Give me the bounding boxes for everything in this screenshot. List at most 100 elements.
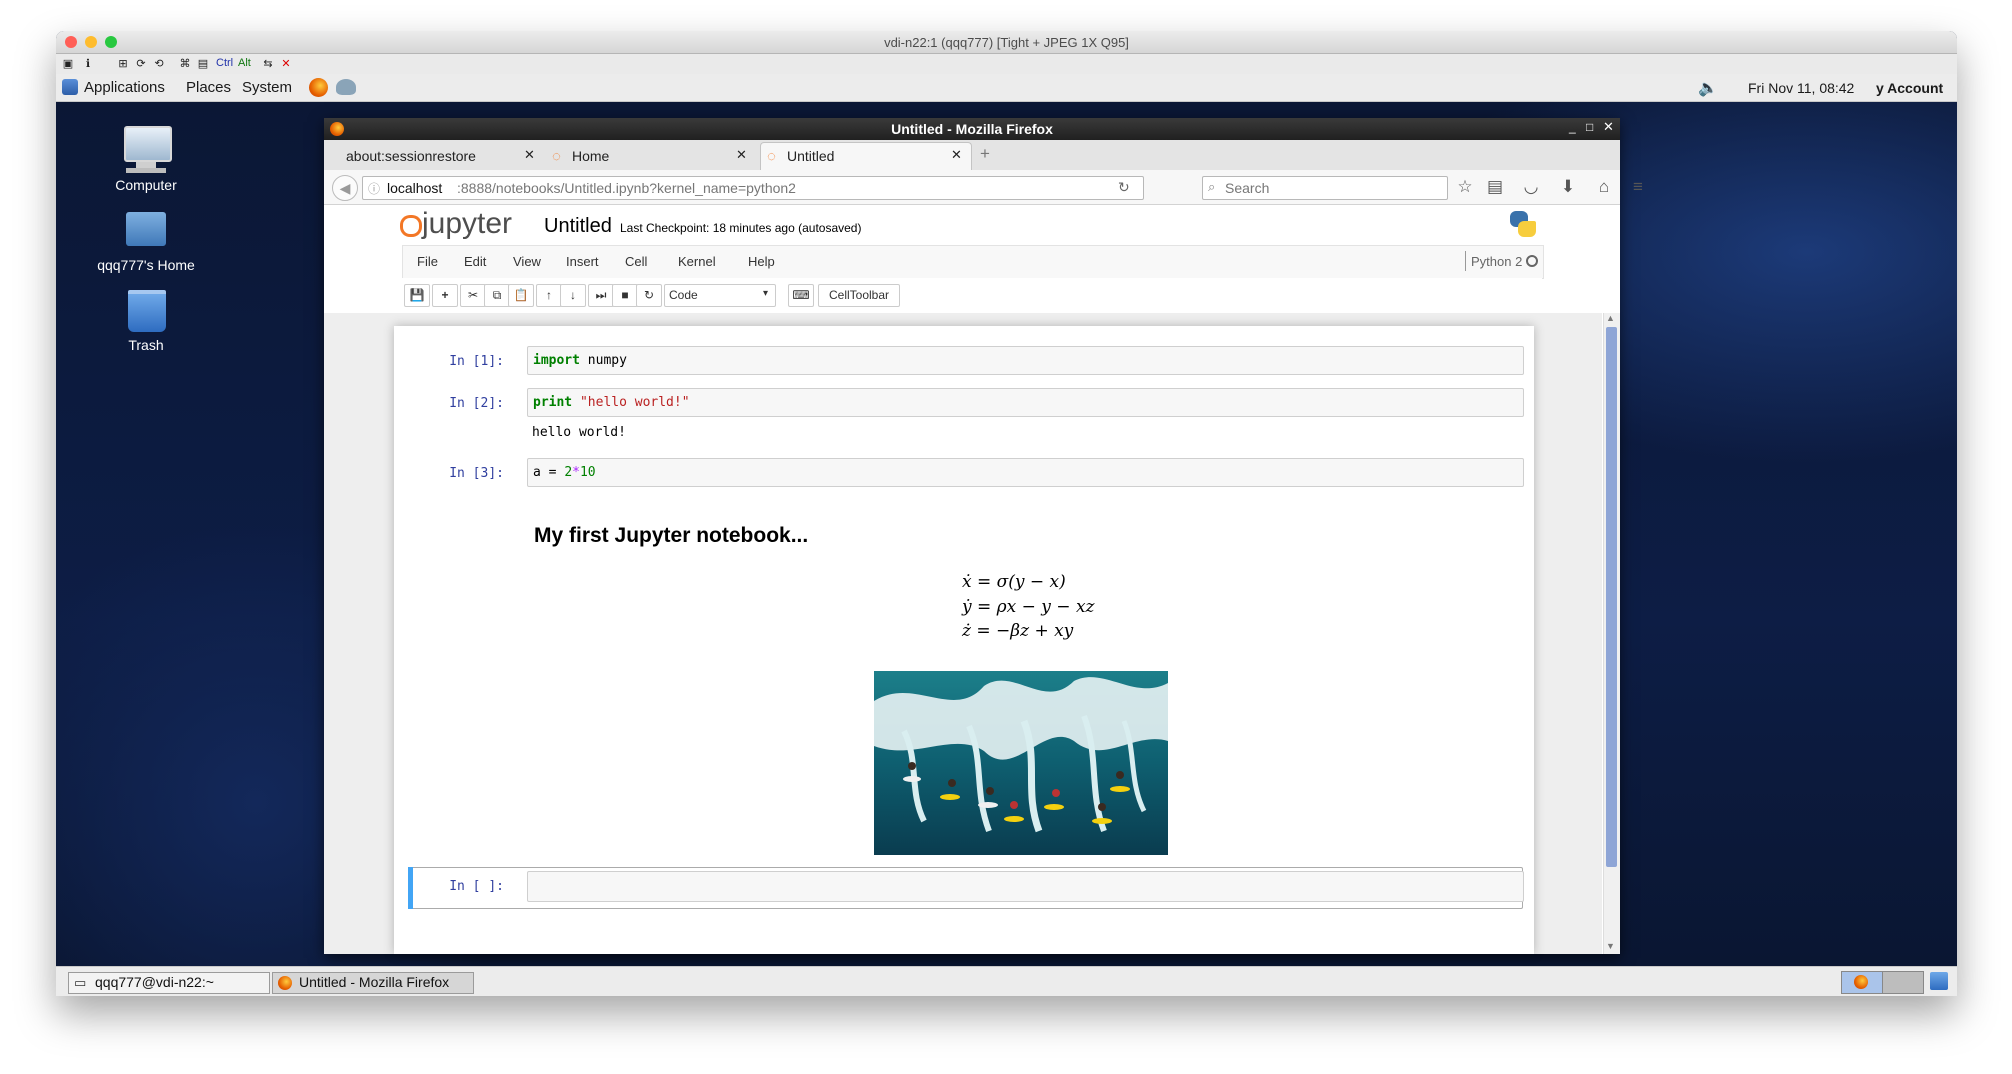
downloads-icon[interactable]: ⬇ <box>1557 177 1579 197</box>
move-down-icon[interactable]: ↓ <box>560 284 586 307</box>
volume-icon[interactable]: 🔈 <box>1698 78 1718 98</box>
refresh-icon[interactable]: ⟳ <box>134 57 148 71</box>
move-up-icon[interactable]: ↑ <box>536 284 562 307</box>
celltoolbar-button[interactable]: CellToolbar <box>818 284 900 307</box>
menu-view[interactable]: View <box>513 254 541 269</box>
sync-icon[interactable]: ⟲ <box>152 57 166 71</box>
home-icon[interactable]: ⌂ <box>1593 177 1615 197</box>
jupyter-menubar: File Edit View Insert Cell Kernel Help P… <box>402 245 1544 279</box>
input-prompt: In [1]: <box>449 354 504 369</box>
url-bar[interactable]: ⓘ localhost :8888/notebooks/Untitled.ipy… <box>362 176 1144 200</box>
code-cell-empty[interactable] <box>527 871 1524 902</box>
tab-close-icon[interactable]: ✕ <box>736 147 747 163</box>
cell-type-select[interactable]: Code ▾ <box>664 284 776 307</box>
reload-icon[interactable]: ↻ <box>1118 179 1130 196</box>
jupyter-header: jupyter Untitled Last Checkpoint: 18 min… <box>324 205 1620 245</box>
account-menu[interactable]: y Account <box>1876 80 1943 96</box>
markdown-heading: My first Jupyter notebook... <box>534 524 809 547</box>
code-text: numpy <box>579 353 627 368</box>
alt-key-label[interactable]: Alt <box>238 57 251 69</box>
bottom-taskbar: ▭ qqq777@vdi-n22:~ Untitled - Mozilla Fi… <box>56 966 1957 996</box>
code-cell[interactable]: a = 2*10 <box>527 458 1524 487</box>
workspace-2[interactable] <box>1882 971 1924 994</box>
new-tab-icon[interactable]: + <box>980 144 990 164</box>
run-cell-icon[interactable]: ⏭ <box>588 284 614 307</box>
pocket-icon[interactable]: ◡ <box>1520 177 1542 197</box>
desktop-icon-computer[interactable]: Computer <box>86 122 206 202</box>
system-menu[interactable]: System <box>242 79 292 96</box>
firefox-launcher-icon[interactable] <box>309 78 328 97</box>
bookmark-star-icon[interactable]: ☆ <box>1454 177 1476 197</box>
scroll-thumb[interactable] <box>1606 327 1617 867</box>
back-icon[interactable]: ◀ <box>332 175 358 201</box>
paste-icon[interactable]: 📋 <box>508 284 534 307</box>
taskbar-item-firefox[interactable]: Untitled - Mozilla Firefox <box>272 972 474 994</box>
tab-sessionrestore[interactable]: about:sessionrestore ✕ <box>328 142 542 170</box>
info-icon[interactable]: ⓘ <box>368 180 380 197</box>
reading-list-icon[interactable]: ▤ <box>1484 177 1506 197</box>
tab-untitled[interactable]: ◌ Untitled ✕ <box>760 142 972 171</box>
gnome-top-panel: Applications Places System 🔈 Fri Nov 11,… <box>56 74 1957 102</box>
disconnect-icon[interactable]: ✕ <box>279 57 293 71</box>
hamburger-menu-icon[interactable]: ≡ <box>1627 177 1649 197</box>
restart-icon[interactable]: ↻ <box>636 284 662 307</box>
fullscreen-icon[interactable]: ⊞ <box>116 57 130 71</box>
menu-cell[interactable]: Cell <box>625 254 647 269</box>
code-cell[interactable]: print "hello world!" <box>527 388 1524 417</box>
jupyter-logo-icon[interactable] <box>400 213 422 237</box>
firefox-icon <box>1854 975 1868 989</box>
cut-icon[interactable]: ✂ <box>460 284 486 307</box>
computer-icon <box>124 126 172 162</box>
home-folder-icon <box>126 212 166 246</box>
desktop-icon-trash[interactable]: Trash <box>86 282 206 362</box>
python-logo-icon <box>1508 209 1536 239</box>
tab-label: Home <box>572 148 610 164</box>
tab-close-icon[interactable]: ✕ <box>524 147 535 163</box>
transfer-icon[interactable]: ⇆ <box>261 57 275 71</box>
ctrl-alt-del-icon[interactable]: ⌘ <box>178 57 192 71</box>
menu-file[interactable]: File <box>417 254 438 269</box>
insert-cell-icon[interactable]: + <box>432 284 458 307</box>
save-icon[interactable]: 💾 <box>404 284 430 307</box>
menu-insert[interactable]: Insert <box>566 254 599 269</box>
desktop-icon-home[interactable]: qqq777's Home <box>86 202 206 282</box>
workspace-1[interactable] <box>1841 971 1883 994</box>
desktop-icon-label: Trash <box>128 337 164 353</box>
interrupt-icon[interactable]: ■ <box>612 284 638 307</box>
code-cell[interactable]: import numpy <box>527 346 1524 375</box>
notebook-name[interactable]: Untitled <box>544 215 612 238</box>
search-box[interactable]: ⌕ Search <box>1202 176 1448 200</box>
places-menu[interactable]: Places <box>186 79 231 96</box>
menu-kernel[interactable]: Kernel <box>678 254 716 269</box>
tab-close-icon[interactable]: ✕ <box>951 147 962 163</box>
firefox-titlebar: Untitled - Mozilla Firefox _ □ ✕ <box>324 118 1620 140</box>
taskbar-item-terminal[interactable]: ▭ qqq777@vdi-n22:~ <box>68 972 270 994</box>
mail-launcher-icon[interactable] <box>336 79 356 95</box>
minimize-icon[interactable]: _ <box>1569 120 1576 134</box>
trash-applet-icon[interactable] <box>1930 972 1948 990</box>
applications-menu[interactable]: Applications <box>84 79 165 96</box>
navigation-bar: ◀ ⓘ localhost :8888/notebooks/Untitled.i… <box>324 170 1643 205</box>
menu-help[interactable]: Help <box>748 254 775 269</box>
clipboard-icon[interactable]: ▤ <box>196 57 210 71</box>
menu-edit[interactable]: Edit <box>464 254 486 269</box>
keyboard-icon[interactable]: ⌨ <box>788 284 814 307</box>
trash-icon <box>128 290 166 332</box>
scroll-down-icon[interactable]: ▼ <box>1606 941 1615 951</box>
scroll-up-icon[interactable]: ▲ <box>1606 313 1615 323</box>
firefox-icon <box>278 976 292 990</box>
copy-icon[interactable]: ⧉ <box>484 284 510 307</box>
jupyter-wordmark[interactable]: jupyter <box>422 207 512 241</box>
options-icon[interactable]: ▣ <box>61 57 75 71</box>
scrollbar[interactable]: ▲ ▼ <box>1603 313 1620 954</box>
ctrl-key-label[interactable]: Ctrl <box>216 57 233 69</box>
tab-home[interactable]: ◌ Home ✕ <box>546 142 756 170</box>
info-icon[interactable]: ℹ <box>81 57 95 71</box>
close-icon[interactable]: ✕ <box>1603 119 1614 135</box>
code-operator: * <box>572 465 580 480</box>
clock[interactable]: Fri Nov 11, 08:42 <box>1748 80 1854 96</box>
maximize-icon[interactable]: □ <box>1586 120 1593 134</box>
kernel-idle-indicator-icon <box>1526 255 1538 267</box>
jupyter-toolbar: 💾 + ✂ ⧉ 📋 ↑ ↓ ⏭ ■ ↻ Code ▾ ⌨ CellToolbar <box>402 278 1542 310</box>
desktop-icon-label: Computer <box>115 177 177 193</box>
